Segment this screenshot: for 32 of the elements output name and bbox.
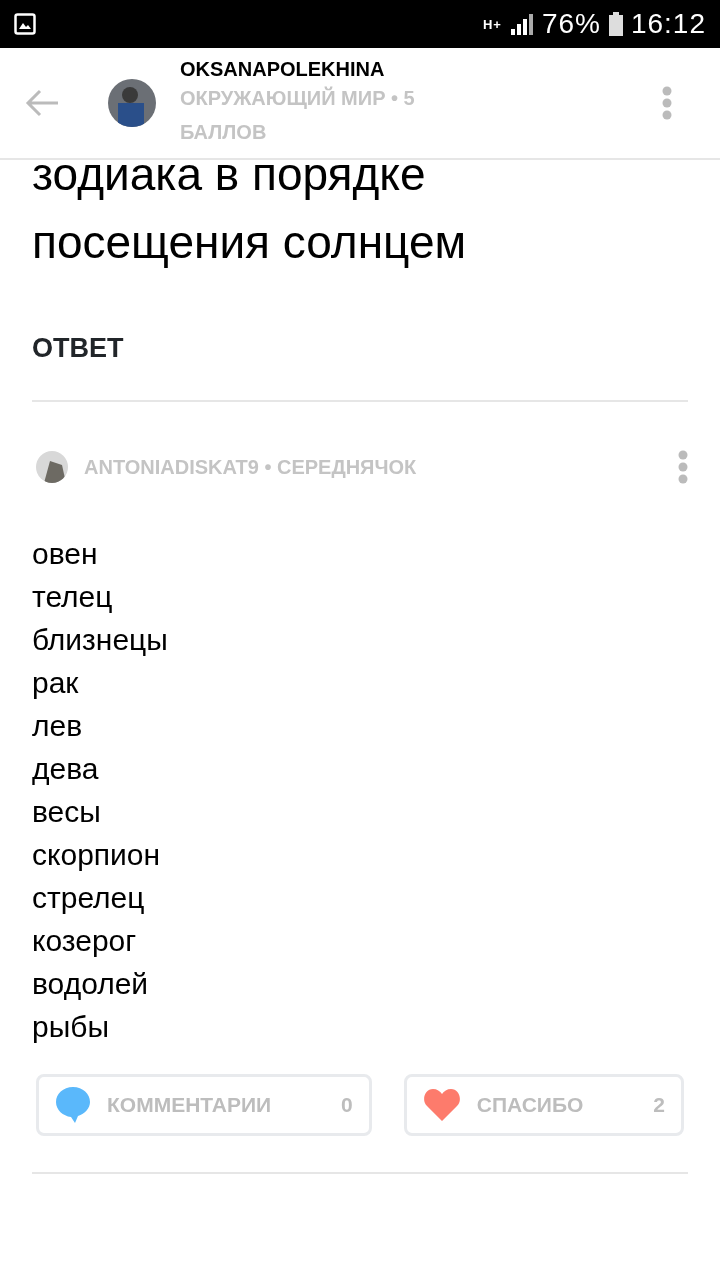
- avatar: [36, 451, 68, 483]
- image-icon: [14, 13, 36, 35]
- username[interactable]: OKSANAPOLEKHINA: [180, 57, 662, 81]
- answer-heading: ОТВЕТ: [31, 332, 125, 365]
- answer-line: рак: [32, 665, 80, 701]
- answer-line: дева: [32, 751, 100, 787]
- answer-line: овен: [32, 536, 99, 572]
- battery-icon: [608, 12, 623, 36]
- answer-line: стрелец: [32, 880, 146, 916]
- thanks-button[interactable]: СПАСИБО 2: [403, 1074, 684, 1136]
- question-text: зодиака в порядке посещения солнцем: [32, 160, 468, 270]
- answer-line: лев: [32, 708, 84, 744]
- answer-line: скорпион: [32, 837, 162, 873]
- answer-line: рыбы: [32, 1009, 110, 1045]
- answer-line: телец: [32, 579, 114, 615]
- answer-line: водолей: [32, 966, 150, 1002]
- heart-icon: [422, 1088, 461, 1122]
- answer-line: весы: [32, 794, 102, 830]
- network-indicator: H+: [482, 17, 502, 31]
- clock: 16:12: [630, 7, 706, 41]
- more-icon[interactable]: [678, 450, 688, 484]
- answer-line: близнецы: [32, 622, 169, 658]
- avatar: [108, 79, 156, 127]
- back-icon[interactable]: [24, 88, 60, 118]
- speech-bubble-icon: [55, 1086, 91, 1124]
- signal-icon: [509, 13, 534, 35]
- comments-button[interactable]: КОММЕНТАРИИ 0: [36, 1074, 372, 1136]
- subject-label: ОКРУЖАЮЩИЙ МИР • 5 БАЛЛОВ: [180, 85, 416, 145]
- more-icon[interactable]: [662, 86, 672, 120]
- answer-line: козерог: [32, 923, 138, 959]
- battery-percent: 76%: [541, 7, 601, 41]
- answer-author[interactable]: ANTONIADISKAT9 • СЕРЕДНЯЧОК: [84, 452, 678, 482]
